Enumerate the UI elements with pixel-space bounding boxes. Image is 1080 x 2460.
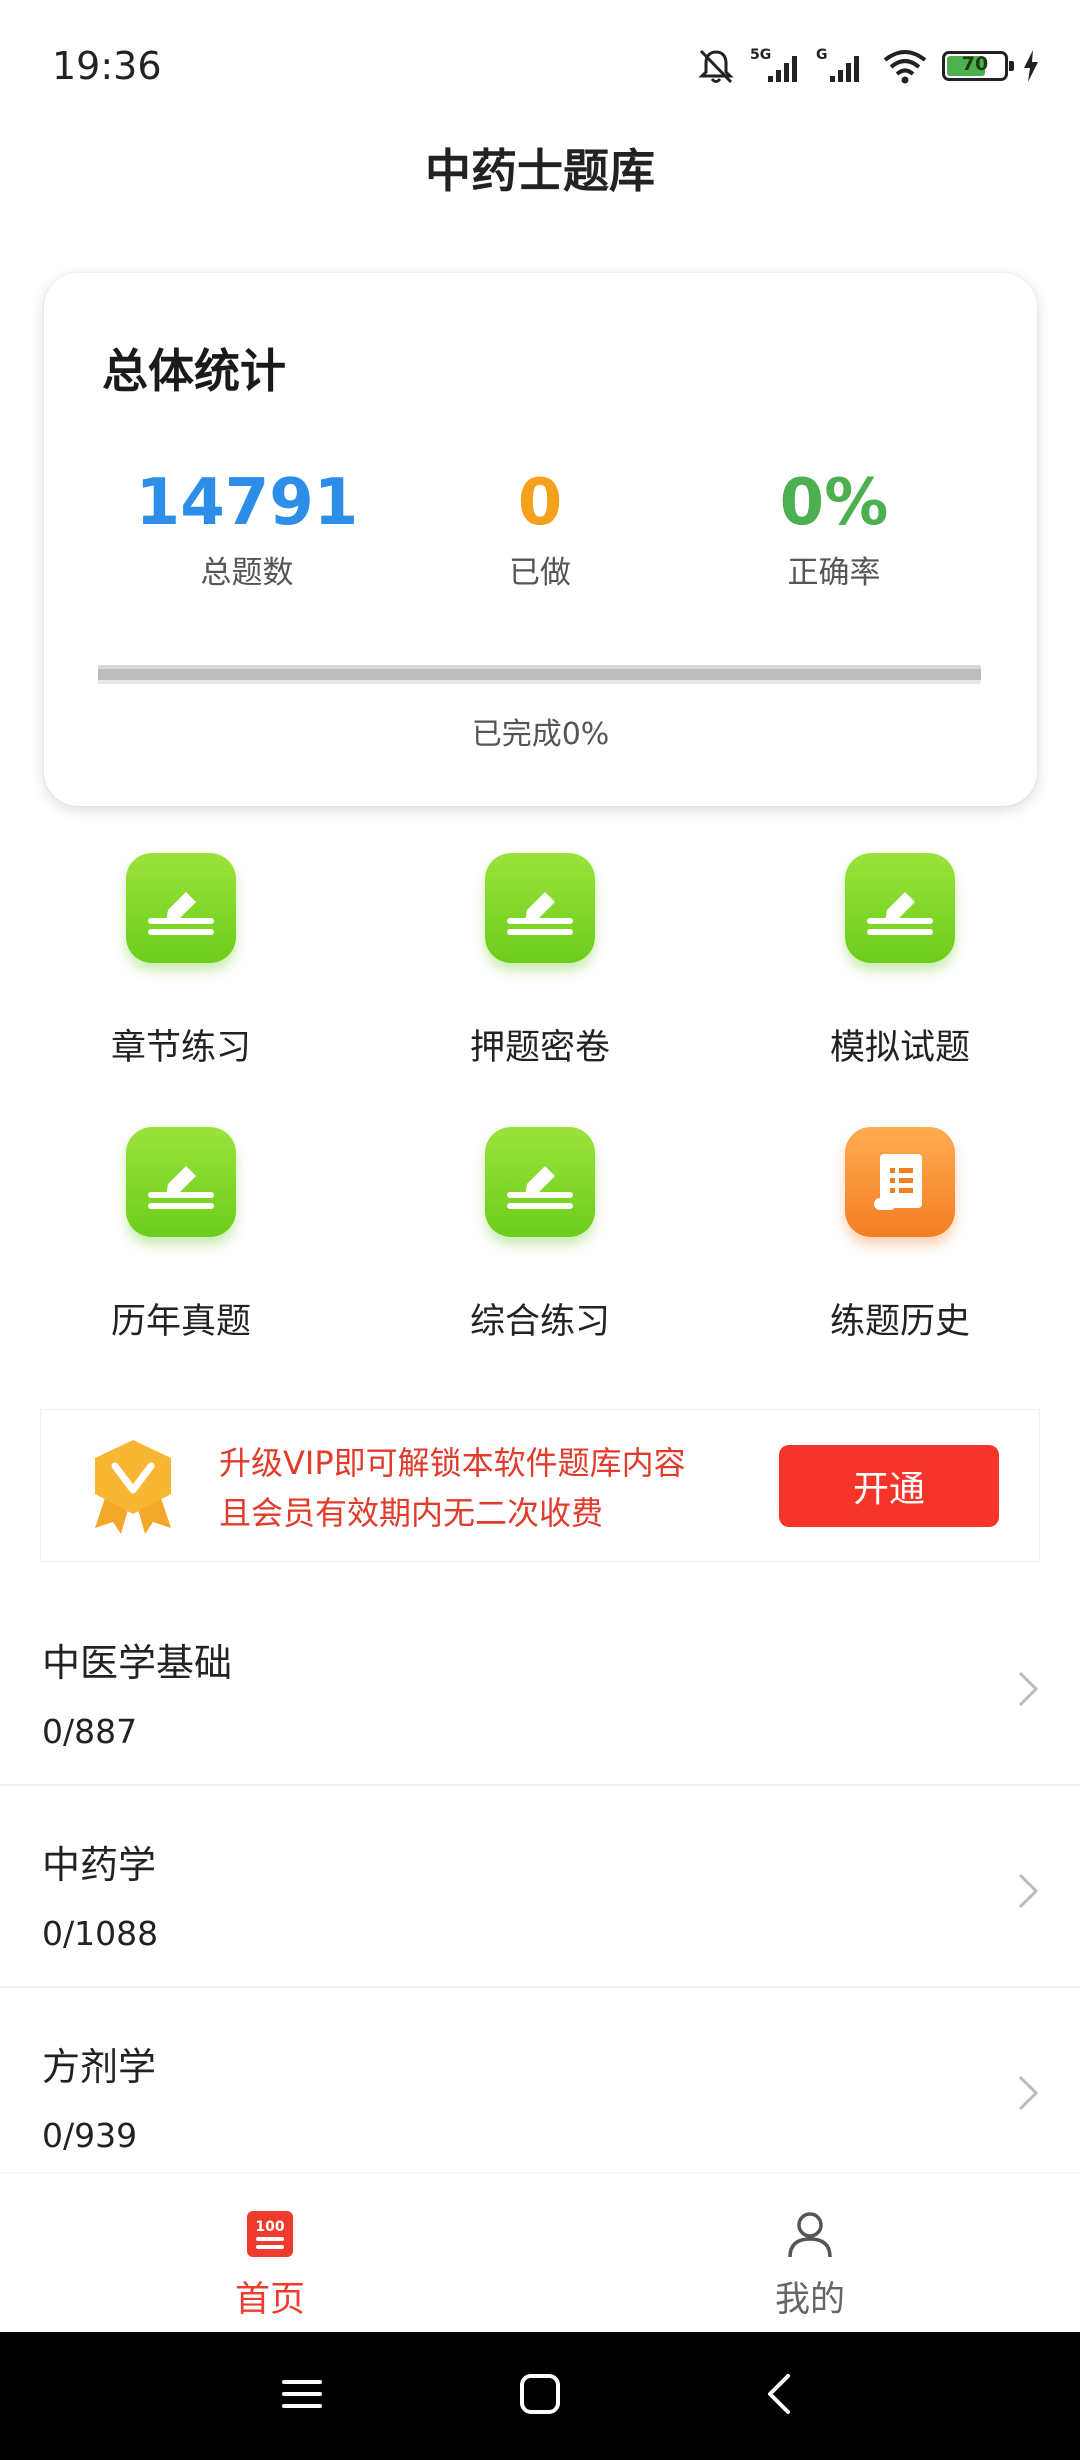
grid-label: 押题密卷 [469, 1028, 610, 1068]
grid-item-past-exams[interactable]: 历年真题 [61, 1127, 301, 1344]
stat-total: 14791 总题数 [97, 463, 397, 592]
signal-5g-icon: 5G [750, 47, 797, 82]
signal-g-icon: G [816, 47, 859, 82]
page-title: 中药士题库 [425, 144, 655, 198]
bell-muted-icon [698, 49, 734, 84]
stat-done-label: 已做 [509, 555, 571, 591]
grid-item-practice-history[interactable]: 练题历史 [780, 1127, 1020, 1344]
subject-progress: 0/1088 [42, 1914, 159, 1953]
tab-home-label: 首页 [234, 2280, 305, 2320]
svg-text:G: G [816, 47, 828, 63]
svg-text:100: 100 [255, 2219, 284, 2235]
vip-badge-icon [83, 1436, 183, 1540]
stat-accuracy: 0% 正确率 [684, 463, 984, 592]
system-nav-bar [0, 2332, 1080, 2460]
svg-text:5G: 5G [750, 47, 771, 63]
grid-item-predicted-papers[interactable]: 押题密卷 [420, 853, 660, 1070]
list-item-subject[interactable]: 方剂学 0/939 [0, 1988, 1080, 2190]
progress-bar [98, 665, 981, 684]
back-icon[interactable] [758, 2372, 802, 2416]
pen-edit-icon [126, 1127, 236, 1237]
grid-item-comprehensive-practice[interactable]: 综合练习 [420, 1127, 660, 1344]
subject-progress: 0/939 [42, 2116, 138, 2155]
menu-icon[interactable] [280, 2372, 324, 2416]
stat-done-value: 0 [517, 466, 563, 540]
grid-item-chapter-practice[interactable]: 章节练习 [61, 853, 301, 1070]
battery-level: 70 [961, 53, 989, 75]
pen-edit-icon [485, 1127, 595, 1237]
chevron-right-icon [1018, 1671, 1039, 1707]
wifi-icon [883, 50, 927, 84]
battery-icon: 70 [942, 51, 1014, 81]
grid-label: 综合练习 [469, 1302, 610, 1342]
vip-text: 升级VIP即可解锁本软件题库内容 且会员有效期内无二次收费 [219, 1438, 686, 1538]
person-icon [788, 2212, 832, 2258]
grid-label: 模拟试题 [829, 1028, 970, 1068]
status-icons: 5G G 70 [696, 44, 1040, 88]
pen-edit-icon [126, 853, 236, 963]
stat-done: 0 已做 [390, 463, 690, 592]
status-bar: 19:36 5G G 70 [0, 0, 1080, 130]
chevron-right-icon [1018, 2075, 1039, 2111]
vip-banner: 升级VIP即可解锁本软件题库内容 且会员有效期内无二次收费 开通 [40, 1409, 1040, 1562]
scroll-icon [845, 1127, 955, 1237]
subject-title: 方剂学 [42, 2045, 157, 2089]
stat-total-value: 14791 [135, 466, 359, 540]
pen-edit-icon [485, 853, 595, 963]
grid-item-mock-exam[interactable]: 模拟试题 [780, 853, 1020, 1070]
tab-home[interactable]: 100 首页 [170, 2209, 370, 2322]
pen-edit-icon [845, 853, 955, 963]
stat-total-label: 总题数 [200, 555, 294, 591]
status-time: 19:36 [52, 44, 162, 88]
subject-title: 中药学 [42, 1843, 157, 1887]
subject-title: 中医学基础 [42, 1641, 233, 1685]
vip-text-line1: 升级VIP即可解锁本软件题库内容 [219, 1444, 686, 1482]
home-square-icon[interactable] [518, 2372, 562, 2416]
tab-mine[interactable]: 我的 [710, 2209, 910, 2322]
tab-mine-label: 我的 [774, 2280, 845, 2320]
stat-accuracy-value: 0% [779, 466, 889, 540]
chevron-right-icon [1018, 1873, 1039, 1909]
activate-vip-button[interactable]: 开通 [779, 1445, 999, 1527]
list-item-subject[interactable]: 中药学 0/1088 [0, 1786, 1080, 1988]
stat-accuracy-label: 正确率 [787, 555, 881, 591]
grid-label: 章节练习 [110, 1028, 251, 1068]
list-item-subject[interactable]: 中医学基础 0/887 [0, 1584, 1080, 1786]
stats-card: 总体统计 14791 总题数 0 已做 0% 正确率 已完成0% [44, 273, 1037, 806]
charging-icon [1024, 50, 1038, 82]
vip-text-line2: 且会员有效期内无二次收费 [219, 1494, 604, 1532]
grid-label: 历年真题 [110, 1302, 251, 1342]
grid-label: 练题历史 [829, 1302, 970, 1342]
subject-progress: 0/887 [42, 1712, 138, 1751]
stats-title: 总体统计 [102, 344, 286, 398]
progress-text: 已完成0% [471, 717, 610, 752]
bottom-tab-bar: 100 首页 我的 [0, 2172, 1080, 2332]
home-100-icon: 100 [247, 2211, 293, 2257]
